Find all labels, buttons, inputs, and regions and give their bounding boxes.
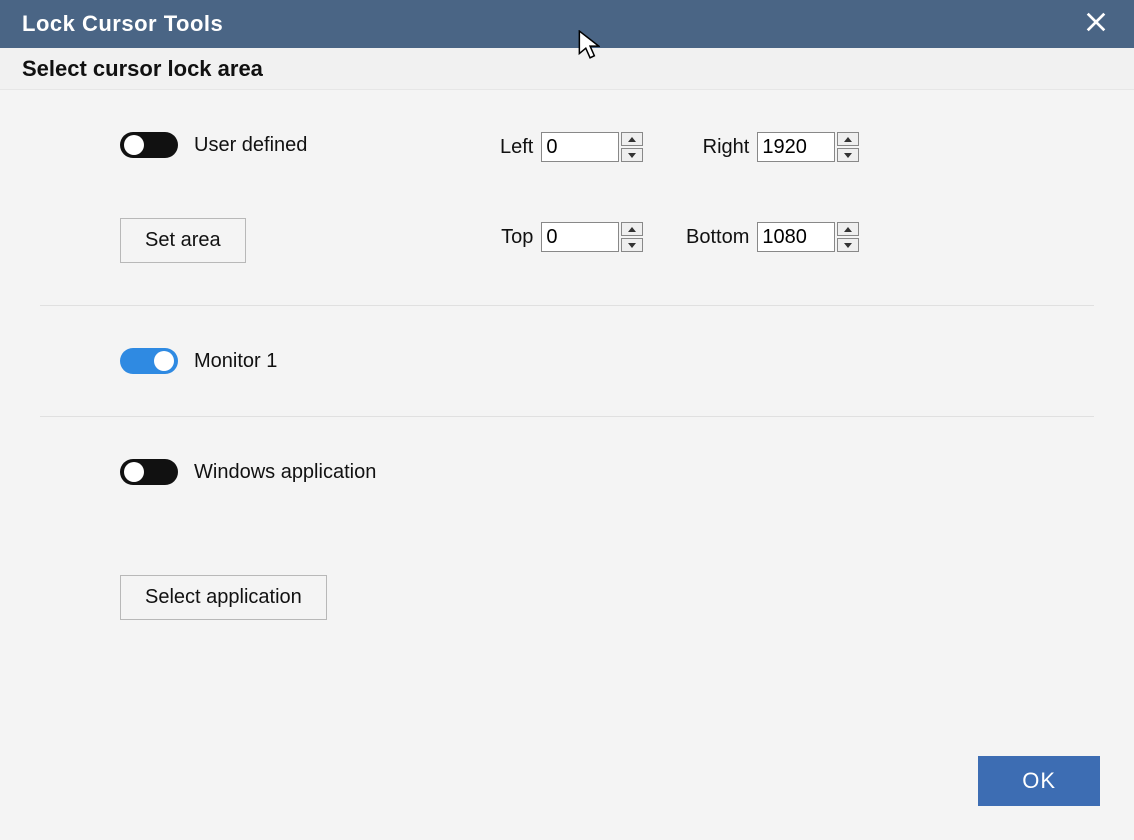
- label-left: Left: [500, 136, 533, 159]
- chevron-up-icon: [844, 227, 852, 232]
- field-left: Left: [500, 132, 643, 162]
- close-button[interactable]: [1076, 4, 1116, 44]
- field-bottom: Bottom: [679, 222, 859, 252]
- toggle-monitor[interactable]: [120, 348, 178, 374]
- label-top: Top: [501, 226, 533, 249]
- toggle-user-defined[interactable]: [120, 132, 178, 158]
- section-user-defined: User defined Set area Left: [0, 90, 1134, 305]
- toggle-monitor-label: Monitor 1: [194, 350, 277, 373]
- section-windows-application: Windows application Select application: [40, 416, 1094, 662]
- toggle-user-defined-label: User defined: [194, 134, 307, 157]
- label-bottom: Bottom: [679, 226, 749, 249]
- input-top[interactable]: [541, 222, 619, 252]
- field-right: Right: [679, 132, 859, 162]
- spin-up-bottom[interactable]: [837, 222, 859, 236]
- toggle-knob: [124, 135, 144, 155]
- select-application-button[interactable]: Select application: [120, 575, 327, 620]
- chevron-down-icon: [844, 153, 852, 158]
- toggle-windows-application[interactable]: [120, 459, 178, 485]
- field-top: Top: [501, 222, 643, 252]
- spin-down-left[interactable]: [621, 148, 643, 162]
- input-left[interactable]: [541, 132, 619, 162]
- titlebar: Lock Cursor Tools: [0, 0, 1134, 48]
- ok-button[interactable]: OK: [978, 756, 1100, 806]
- content-area: User defined Set area Left: [0, 90, 1134, 840]
- chevron-down-icon: [628, 243, 636, 248]
- chevron-up-icon: [844, 137, 852, 142]
- chevron-up-icon: [628, 137, 636, 142]
- set-area-button[interactable]: Set area: [120, 218, 246, 263]
- toggle-knob: [154, 351, 174, 371]
- spin-down-top[interactable]: [621, 238, 643, 252]
- toggle-knob: [124, 462, 144, 482]
- label-right: Right: [679, 136, 749, 159]
- spin-down-bottom[interactable]: [837, 238, 859, 252]
- toggle-windows-application-label: Windows application: [194, 461, 376, 484]
- input-right[interactable]: [757, 132, 835, 162]
- input-bottom[interactable]: [757, 222, 835, 252]
- chevron-down-icon: [628, 153, 636, 158]
- close-icon: [1085, 11, 1107, 38]
- chevron-down-icon: [844, 243, 852, 248]
- spin-up-right[interactable]: [837, 132, 859, 146]
- section-monitor: Monitor 1: [40, 305, 1094, 416]
- chevron-up-icon: [628, 227, 636, 232]
- window-title: Lock Cursor Tools: [22, 11, 223, 37]
- spin-up-left[interactable]: [621, 132, 643, 146]
- spin-down-right[interactable]: [837, 148, 859, 162]
- subheader: Select cursor lock area: [0, 48, 1134, 90]
- subheader-title: Select cursor lock area: [22, 56, 263, 82]
- spin-up-top[interactable]: [621, 222, 643, 236]
